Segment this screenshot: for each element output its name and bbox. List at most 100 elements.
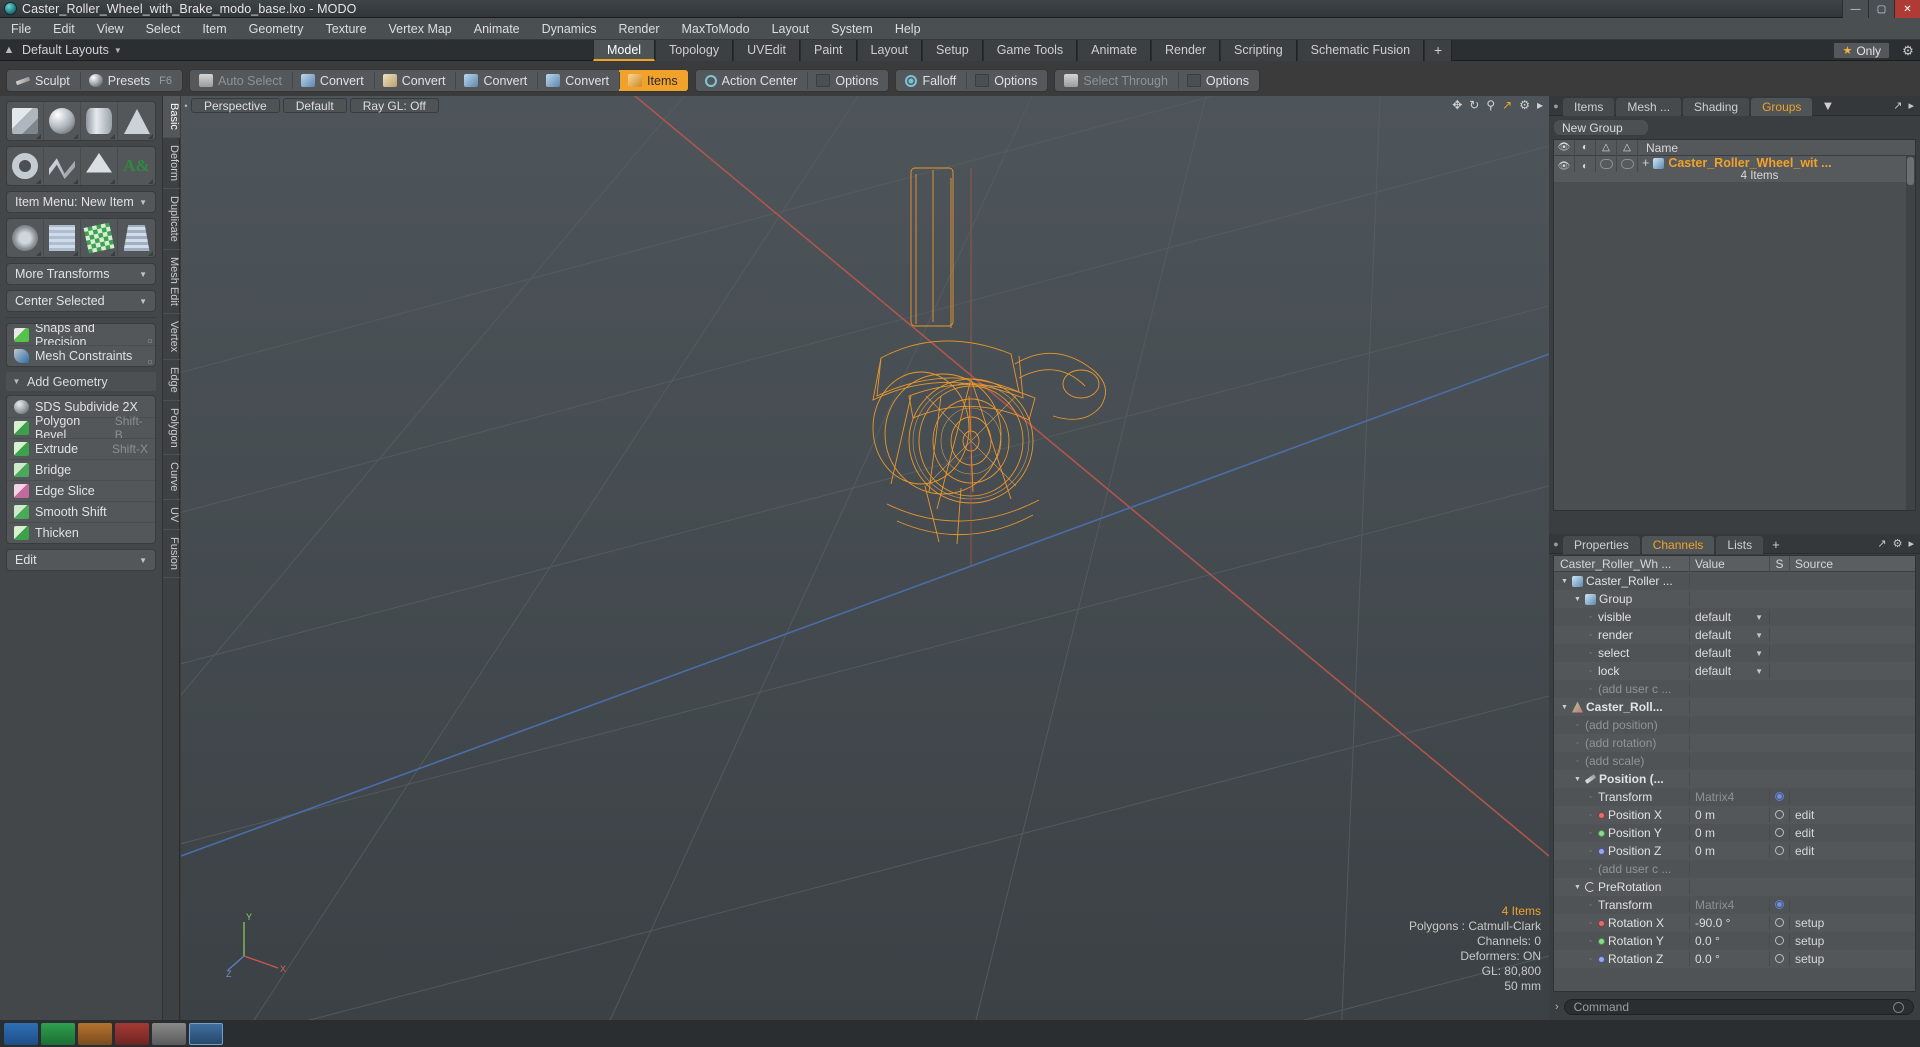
cylinder-primitive[interactable] [81, 102, 118, 140]
more-transforms-dropdown[interactable]: More Transforms ▼ [6, 263, 156, 285]
channel-state-cell[interactable] [1770, 844, 1790, 858]
mode-button-options-41[interactable]: Options [1177, 70, 1259, 91]
menu-item-item[interactable]: Item [191, 18, 237, 40]
layout-tab-render[interactable]: Render [1151, 40, 1221, 61]
viewport-pill-default[interactable]: Default [282, 98, 347, 113]
channel-row[interactable]: ▪ Position X 0 m edit [1554, 806, 1915, 824]
triangle-down-icon[interactable]: ▼ [1560, 578, 1569, 585]
chevron-down-icon[interactable]: ▼ [109, 46, 122, 55]
mode-button-falloff-30[interactable]: Falloff [896, 70, 966, 91]
menu-item-geometry[interactable]: Geometry [238, 18, 315, 40]
popup-corner-icon[interactable] [148, 251, 153, 256]
mode-button-presets-01[interactable]: Presets F6 [79, 70, 182, 91]
viewport-pill-raygl[interactable]: Ray GL: Off [349, 98, 439, 113]
channel-value-cell[interactable]: Matrix4 [1690, 790, 1770, 804]
channel-value-cell[interactable]: default ▼ [1690, 610, 1770, 624]
sphere-primitive[interactable] [44, 102, 81, 140]
menu-item-system[interactable]: System [820, 18, 884, 40]
viewport-pill-perspective[interactable]: Perspective [191, 98, 280, 113]
menu-item-maxtomodo[interactable]: MaxToModo [671, 18, 761, 40]
default-layouts-label[interactable]: Default Layouts [18, 43, 109, 57]
only-button[interactable]: ★ Only [1833, 42, 1890, 59]
taskbar-icon-app3[interactable] [152, 1022, 186, 1045]
state-ring-icon[interactable] [1775, 846, 1784, 855]
channel-row[interactable]: ▪ (add scale) [1554, 752, 1915, 770]
taskbar-icon-start[interactable] [4, 1022, 38, 1045]
popup-corner-icon[interactable] [73, 134, 78, 139]
expand-icon[interactable]: ↗ [1893, 99, 1902, 112]
tab-channels[interactable]: Channels [1641, 535, 1715, 554]
row-render-toggle[interactable]: ◐ [1575, 156, 1596, 172]
channel-value-cell[interactable]: -90.0 ° [1690, 916, 1770, 930]
layout-tab-uvedit[interactable]: UVEdit [733, 40, 800, 61]
menu-item-animate[interactable]: Animate [463, 18, 531, 40]
triangle-down-icon[interactable]: ▼ [1573, 884, 1582, 891]
popover-corner-icon[interactable] [148, 339, 152, 343]
vtab-basic[interactable]: Basic [163, 96, 180, 138]
table-row[interactable]: 👁 ◐ + Caster_Roller_Wheel_wit ... 4 Item… [1554, 156, 1915, 183]
channel-row[interactable]: ▪ Position Z 0 m edit [1554, 842, 1915, 860]
vtab-uv[interactable]: UV [163, 500, 180, 531]
layout-tab-game-tools[interactable]: Game Tools [982, 40, 1078, 61]
mode-button-convert-11[interactable]: Convert [291, 70, 374, 91]
channel-row[interactable]: ▪ (add user c ... [1554, 680, 1915, 698]
vtab-edge[interactable]: Edge [163, 360, 180, 401]
channel-row[interactable]: ▼ Caster_Roller ... [1554, 572, 1915, 590]
channel-row[interactable]: ▪ (add position) [1554, 716, 1915, 734]
groups-scrollbar[interactable] [1906, 156, 1915, 510]
maximize-button[interactable]: ▢ [1868, 0, 1894, 18]
mode-button-convert-13[interactable]: Convert [455, 70, 537, 91]
layout-tab-layout[interactable]: Layout [856, 40, 923, 61]
mesh-constraints-item[interactable]: Mesh Constraints [7, 345, 155, 366]
state-ring-icon[interactable] [1775, 810, 1784, 819]
channel-value-cell[interactable]: 0.0 ° [1690, 952, 1770, 966]
channel-value-cell[interactable]: default ▼ [1690, 646, 1770, 660]
menu-item-dynamics[interactable]: Dynamics [531, 18, 608, 40]
triangle-down-icon[interactable]: ▼ [1573, 596, 1582, 603]
menu-item-select[interactable]: Select [135, 18, 192, 40]
text-primitive[interactable]: A& [118, 147, 155, 185]
channel-row[interactable]: ▼ Position (... [1554, 770, 1915, 788]
vtab-deform[interactable]: Deform [163, 138, 180, 189]
menu-item-file[interactable]: File [0, 18, 42, 40]
channel-row[interactable]: ▪ Transform Matrix4 [1554, 788, 1915, 806]
layout-tab-model[interactable]: Model [593, 40, 656, 61]
popup-corner-icon[interactable] [148, 179, 153, 184]
tab-mesh-[interactable]: Mesh ... [1616, 97, 1682, 116]
popup-corner-icon[interactable] [110, 251, 115, 256]
row-eye-toggle[interactable]: 👁 [1554, 156, 1575, 172]
mode-button-options-31[interactable]: Options [966, 70, 1047, 91]
chevron-down-icon[interactable]: ▼ [1755, 667, 1763, 676]
row-select-toggle[interactable] [1596, 156, 1617, 172]
channel-row[interactable]: ▪ select default ▼ [1554, 644, 1915, 662]
panel-menu-dot[interactable]: ● [1549, 539, 1563, 549]
geometry-item-thicken[interactable]: Thicken [7, 522, 155, 543]
menu-item-render[interactable]: Render [608, 18, 671, 40]
popup-corner-icon[interactable] [36, 179, 41, 184]
chevron-right-icon[interactable]: ▸ [1908, 99, 1914, 112]
expander-icon[interactable]: + [1642, 156, 1649, 170]
popup-corner-icon[interactable] [73, 251, 78, 256]
row-lock-toggle[interactable] [1617, 156, 1638, 172]
rotate-icon[interactable]: ↻ [1469, 98, 1479, 112]
menu-item-edit[interactable]: Edit [42, 18, 86, 40]
torus-primitive[interactable] [7, 147, 44, 185]
mode-button-action-center-20[interactable]: Action Center [696, 70, 808, 91]
channel-state-cell[interactable] [1770, 826, 1790, 840]
zoom-icon[interactable]: ⚲ [1486, 98, 1495, 112]
channel-row[interactable]: ▪ (add rotation) [1554, 734, 1915, 752]
popup-corner-icon[interactable] [110, 134, 115, 139]
popup-corner-icon[interactable] [110, 179, 115, 184]
geometry-item-edge-slice[interactable]: Edge Slice [7, 480, 155, 501]
chevron-right-icon[interactable]: ▸ [1908, 537, 1914, 550]
layout-tab-schematic-fusion[interactable]: Schematic Fusion [1296, 40, 1425, 61]
chevron-down-icon[interactable]: ▼ [1755, 613, 1763, 622]
taskbar-icon-app1[interactable] [78, 1022, 112, 1045]
state-ring-icon[interactable] [1775, 954, 1784, 963]
popup-corner-icon[interactable] [36, 251, 41, 256]
viewport-menu-dot[interactable]: • [181, 101, 191, 111]
mode-button-select-through-40[interactable]: Select Through [1055, 70, 1178, 91]
vtab-vertex[interactable]: Vertex [163, 314, 180, 360]
layout-tab-add[interactable]: + [1424, 40, 1453, 61]
channel-value-cell[interactable]: default ▼ [1690, 628, 1770, 642]
